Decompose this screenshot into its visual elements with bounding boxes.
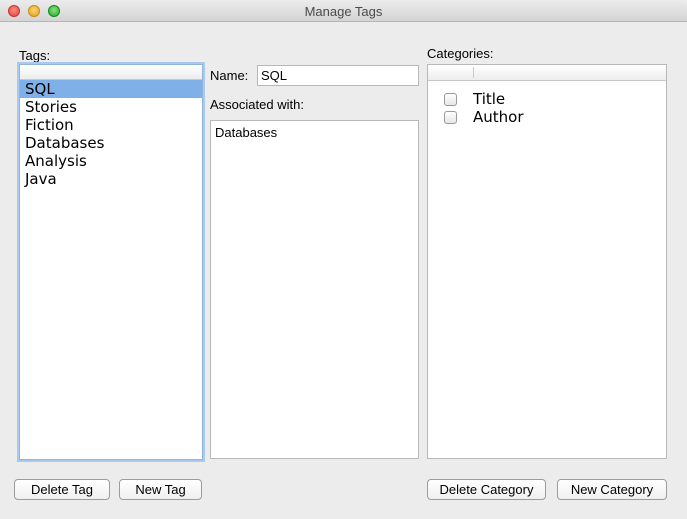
tag-item-sql[interactable]: SQL [20,80,202,98]
associated-with-label: Associated with: [210,97,304,112]
tags-list[interactable]: SQL Stories Fiction Databases Analysis J… [19,64,203,460]
delete-category-button[interactable]: Delete Category [427,479,546,500]
category-row-author[interactable]: Author [444,108,524,126]
tag-item-stories[interactable]: Stories [20,98,202,116]
category-author-checkbox[interactable] [444,110,457,124]
tag-item-analysis[interactable]: Analysis [20,152,202,170]
manage-tags-window: Manage Tags Tags: SQL Stories Fiction Da… [0,0,687,519]
name-label: Name: [210,68,249,83]
new-category-button[interactable]: New Category [557,479,667,500]
window-title: Manage Tags [304,4,383,19]
tags-list-header [20,65,202,80]
category-title-label: Title [473,90,506,108]
category-row-title[interactable]: Title [444,90,505,108]
title-bar[interactable]: Manage Tags [0,0,687,22]
categories-table[interactable]: Title Author [427,64,667,459]
tag-item-databases[interactable]: Databases [20,134,202,152]
category-author-label: Author [473,108,524,126]
tag-item-fiction[interactable]: Fiction [20,116,202,134]
name-input[interactable]: SQL [257,65,419,86]
header-column-divider[interactable] [473,67,474,78]
associated-item-databases[interactable]: Databases [211,121,418,140]
categories-label: Categories: [427,46,494,61]
category-title-checkbox[interactable] [444,92,457,106]
tags-label: Tags: [19,48,51,63]
categories-table-header [428,65,666,81]
new-tag-button[interactable]: New Tag [119,479,202,500]
tag-item-java[interactable]: Java [20,170,202,188]
delete-tag-button[interactable]: Delete Tag [14,479,110,500]
associated-list[interactable]: Databases [210,120,419,459]
